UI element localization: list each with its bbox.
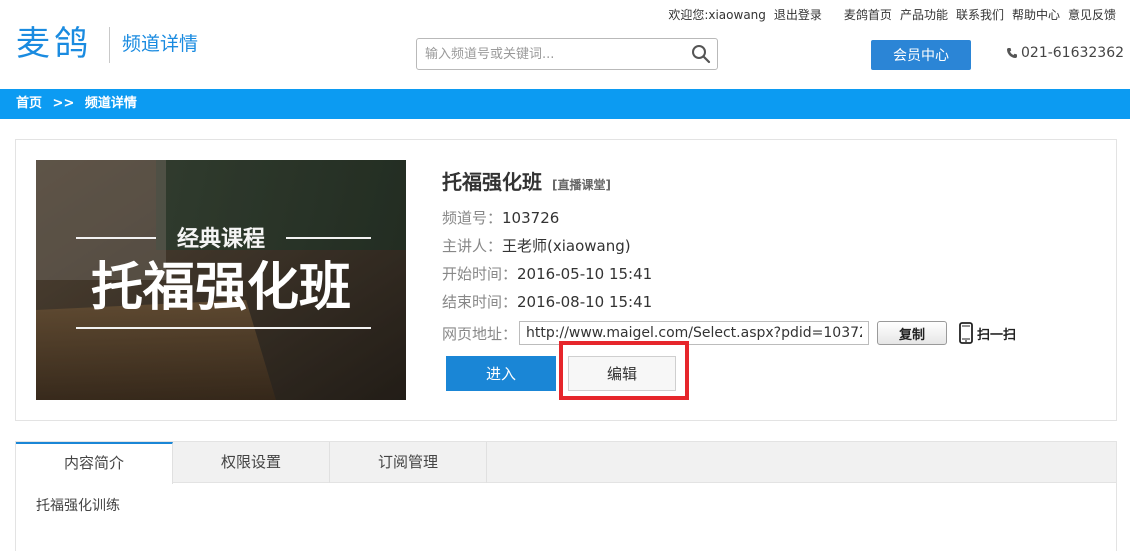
breadcrumb: 首页 >> 频道详情 [0,89,1130,119]
breadcrumb-separator: >> [52,96,75,111]
phone: 021-61632362 [1006,45,1124,61]
cover-title: 托福强化班 [91,258,351,318]
url-row: 网页地址： 复制 扫一扫 [442,321,1016,345]
channel-cover-image: 经典课程 托福强化班 [36,160,406,400]
breadcrumb-home[interactable]: 首页 [16,96,42,111]
logo[interactable]: 麦鸽 [16,22,92,66]
contact-link[interactable]: 联系我们 [956,6,1004,23]
search-input[interactable] [417,39,677,69]
copy-button[interactable]: 复制 [877,321,948,345]
channel-no-value: 103726 [502,209,560,227]
mobile-phone-icon [959,322,973,344]
channel-details: 托福强化班 [直播课堂] 频道号： 103726 主讲人： 王老师(xiaowa… [442,166,1016,345]
enter-button[interactable]: 进入 [446,356,556,391]
top-links: 欢迎您:xiaowang 退出登录 麦鸽首页 产品功能 联系我们 帮助中心 意见… [668,6,1116,23]
channel-tag: [直播课堂] [552,178,611,192]
host-value: 王老师(xiaowang) [502,237,631,255]
welcome-text: 欢迎您:xiaowang [668,8,766,22]
products-link[interactable]: 产品功能 [900,6,948,23]
breadcrumb-current: 频道详情 [84,96,137,111]
member-center-button[interactable]: 会员中心 [871,40,971,70]
url-label: 网页地址： [442,324,518,343]
channel-no-row: 频道号： 103726 [442,209,1016,227]
feedback-link[interactable]: 意见反馈 [1068,6,1116,23]
page-title: 频道详情 [122,33,199,55]
search-icon[interactable] [691,44,711,64]
edit-button[interactable]: 编辑 [568,356,676,391]
logout-link[interactable]: 退出登录 [774,6,822,23]
start-label: 开始时间： [442,265,518,283]
cover-subtitle: 经典课程 [177,226,265,252]
tab-intro[interactable]: 内容简介 [16,442,173,484]
channel-title: 托福强化班 [442,170,542,194]
home-link[interactable]: 麦鸽首页 [844,6,892,23]
host-row: 主讲人： 王老师(xiaowang) [442,237,1016,255]
end-row: 结束时间： 2016-08-10 15:41 [442,293,1016,311]
scan-label: 扫一扫 [977,327,1017,343]
tab-content: 托福强化训练 [36,498,120,514]
tab-permissions[interactable]: 权限设置 [173,442,330,483]
phone-icon [1007,48,1017,58]
title-row: 托福强化班 [直播课堂] [442,166,1016,195]
search-box [416,38,718,70]
start-value: 2016-05-10 15:41 [517,265,653,283]
tab-bar: 内容简介 权限设置 订阅管理 [16,442,1116,484]
logo-divider [109,27,110,63]
tab-panel: 内容简介 权限设置 订阅管理 托福强化训练 [15,441,1117,551]
channel-info-panel: 经典课程 托福强化班 托福强化班 [直播课堂] 频道号： 103726 主讲人：… [15,139,1117,421]
help-link[interactable]: 帮助中心 [1012,6,1060,23]
host-label: 主讲人： [442,237,503,255]
channel-no-label: 频道号： [442,209,503,227]
phone-number: 021-61632362 [1021,45,1125,61]
tab-subscriptions[interactable]: 订阅管理 [330,442,487,483]
end-value: 2016-08-10 15:41 [517,293,653,311]
scan-button[interactable]: 扫一扫 [959,322,1016,344]
end-label: 结束时间： [442,293,518,311]
start-row: 开始时间： 2016-05-10 15:41 [442,265,1016,283]
